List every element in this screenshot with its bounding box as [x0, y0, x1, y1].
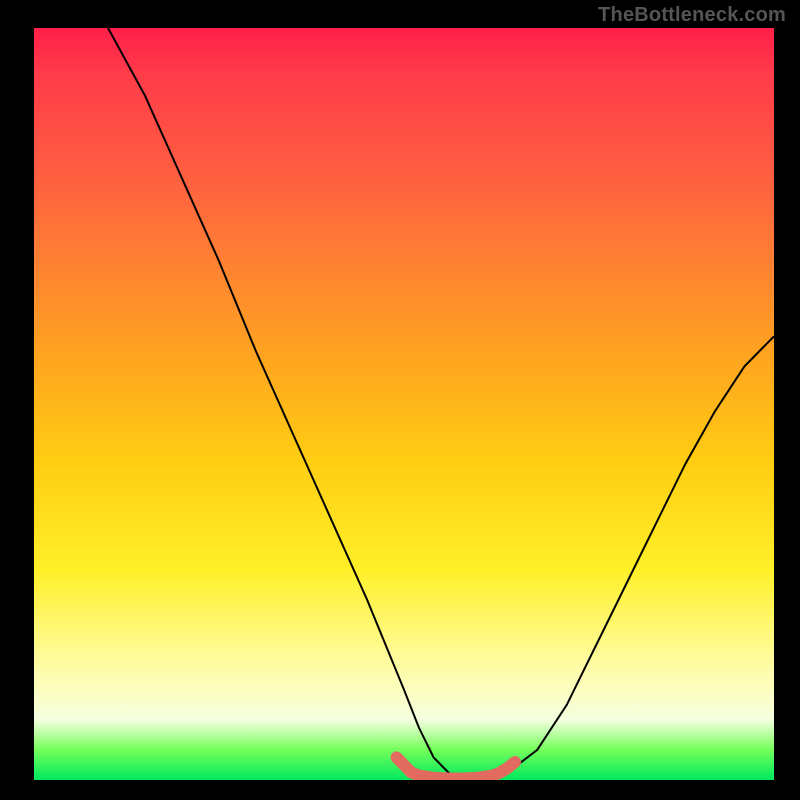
watermark-text: TheBottleneck.com — [598, 4, 786, 27]
chart-svg — [34, 28, 774, 780]
flat-bottom-segment — [397, 757, 515, 778]
chart-frame: TheBottleneck.com — [0, 0, 800, 800]
bottleneck-curve — [108, 28, 774, 780]
